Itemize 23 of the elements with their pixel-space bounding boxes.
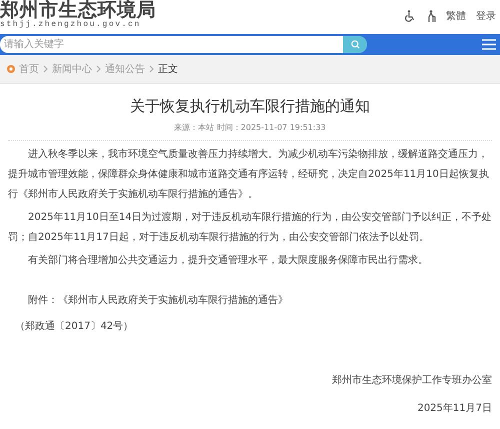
- article-paragraph: 2025年11月10日至14日为过渡期，对于违反机动车限行措施的行为，由公安交管部门予以纠正，不予处罚；自2025年11月17日起，对于违反机动车限行措施的行为，由公安交管部门依法予以处罚。: [8, 210, 492, 245]
- breadcrumb-link[interactable]: 正文: [158, 62, 178, 76]
- chevron-icon: [43, 65, 48, 73]
- article-meta: 来源：本站 时间：2025-11-07 19:51:33: [173, 122, 327, 133]
- header-link[interactable]: 登录: [476, 9, 496, 23]
- search-button[interactable]: [343, 36, 367, 53]
- document-number: （郑政通〔2017〕42号）: [14, 320, 134, 334]
- location-icon: [7, 65, 15, 73]
- person-icon[interactable]: [426, 10, 436, 22]
- search-icon: [350, 40, 360, 49]
- header-link[interactable]: 繁體: [446, 9, 466, 23]
- article-paragraph: 进入秋冬季以来，我市环境空气质量改善压力持续增大。为减少机动车污染物排放，缓解道路交通压力，提升城市管理效能，保障群众身体健康和城市道路交通有序运转，经研究，决定自2025年11月10日起恢复执行《郑州市人民政府关于实施机动车限行措施的通告》。: [8, 148, 490, 202]
- site-domain: sthjj.zhengzhou.gov.cn: [0, 20, 142, 30]
- menu-icon[interactable]: [482, 39, 496, 50]
- chevron-icon: [96, 65, 101, 73]
- chevron-icon: [149, 65, 154, 73]
- search-field[interactable]: 请输入关键字: [0, 36, 343, 53]
- signature-date: 2025年11月7日: [416, 402, 492, 415]
- attachment-text: 附件：《郑州市人民政府关于实施机动车限行措施的通告》: [27, 294, 289, 308]
- wheelchair-icon[interactable]: [404, 10, 416, 22]
- article-paragraph: 有关部门将合理增加公共交通运力，提升交通管理水平，最大限度服务保障市民出行需求。: [27, 254, 429, 268]
- article-title: 关于恢复执行机动车限行措施的通知: [129, 97, 371, 116]
- signature: 郑州市生态环境保护工作专班办公室: [331, 374, 492, 387]
